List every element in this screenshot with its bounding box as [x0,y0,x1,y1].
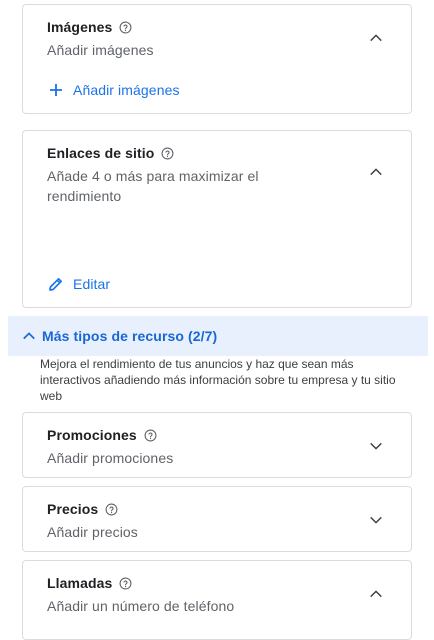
card-promociones-title-row: Promociones [47,427,157,443]
help-icon[interactable] [105,503,118,516]
chevron-up-icon[interactable] [367,29,385,47]
chevron-up-icon[interactable] [367,163,385,181]
chevron-up-icon[interactable] [367,585,385,603]
pencil-icon [49,278,62,291]
more-asset-types-description: Mejora el rendimiento de tus anuncios y … [40,357,396,403]
help-icon[interactable] [119,577,132,590]
card-imagenes-title-row: Imágenes [47,19,132,35]
chevron-down-icon[interactable] [367,437,385,455]
help-icon[interactable] [144,429,157,442]
card-enlaces-title: Enlaces de sitio [47,145,155,161]
card-enlaces-subtitle: Añade 4 o más para maximizar el rendimie… [47,168,259,204]
help-icon[interactable] [161,147,174,160]
add-images-label: Añadir imágenes [73,82,180,98]
chevron-down-icon[interactable] [367,511,385,529]
card-enlaces-de-sitio: Enlaces de sitio Añade 4 o más para maxi… [22,130,412,308]
card-promociones-title: Promociones [47,427,137,443]
card-enlaces-title-row: Enlaces de sitio [47,145,174,161]
edit-label: Editar [73,276,111,292]
card-imagenes: Imágenes Añadir imágenes Añadir imágenes [22,4,412,114]
card-llamadas-subtitle: Añadir un número de teléfono [47,598,235,614]
card-llamadas-title-row: Llamadas [47,575,132,591]
edit-sitelinks-button[interactable]: Editar [47,275,110,293]
help-icon[interactable] [119,21,132,34]
add-images-button[interactable]: Añadir imágenes [47,81,180,99]
card-precios[interactable]: Precios Añadir precios [22,486,412,552]
card-imagenes-subtitle: Añadir imágenes [47,42,154,58]
card-precios-title: Precios [47,501,99,517]
card-llamadas: Llamadas Añadir un número de teléfono [22,560,412,640]
card-imagenes-title: Imágenes [47,19,113,35]
card-promociones[interactable]: Promociones Añadir promociones [22,412,412,478]
plus-icon [50,84,62,96]
more-asset-types-toggle[interactable]: Más tipos de recurso (2/7) [8,316,428,356]
card-llamadas-title: Llamadas [47,575,113,591]
more-asset-types-label: Más tipos de recurso (2/7) [42,328,218,344]
card-precios-subtitle: Añadir precios [47,524,138,540]
chevron-up-icon [23,332,35,340]
card-precios-title-row: Precios [47,501,118,517]
card-promociones-subtitle: Añadir promociones [47,450,174,466]
